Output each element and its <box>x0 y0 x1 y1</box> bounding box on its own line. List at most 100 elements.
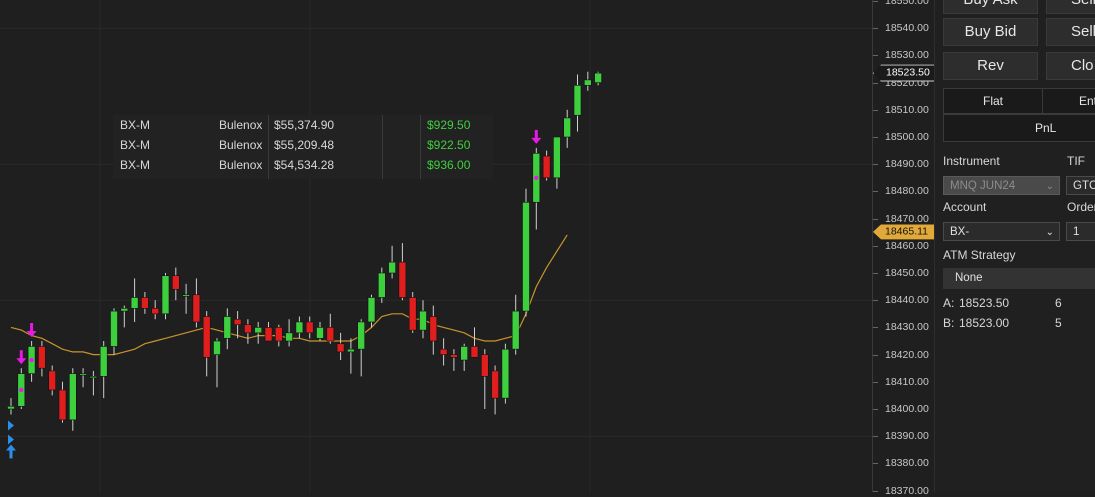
candle-body <box>563 117 572 138</box>
candle <box>233 311 242 339</box>
candle-body <box>573 85 582 116</box>
price-tick-label: 18550.00 <box>885 0 929 7</box>
moving-average-price-marker: 18465.11 <box>873 224 935 240</box>
candle-body <box>202 316 211 358</box>
candle-body <box>367 297 376 323</box>
bid-quote-row: B: 18523.00 5 <box>943 316 1062 330</box>
price-tick-mark <box>873 327 878 329</box>
candle-body <box>38 346 46 369</box>
candle <box>48 365 57 396</box>
candle-body <box>326 327 335 342</box>
candle-body <box>347 348 355 353</box>
price-tick-mark <box>873 82 878 84</box>
sell-signal-dot <box>29 357 34 363</box>
sell-arrow-head <box>531 137 542 144</box>
candle <box>522 188 530 317</box>
price-axis[interactable]: 18550.00 18540.00 18530.00 18520.00 18510.00… <box>872 0 937 497</box>
candle <box>161 273 170 320</box>
candlestick-chart[interactable] <box>0 0 872 492</box>
candle-body <box>398 261 407 298</box>
order-quantity-input[interactable]: 1 <box>1066 222 1095 241</box>
tif-select[interactable]: GTC <box>1066 176 1095 195</box>
account-row[interactable]: BX-M Bulenox $55,209.48 $922.50 <box>113 135 493 155</box>
price-tick-label: 18490.00 <box>885 158 929 171</box>
candle <box>172 267 180 301</box>
price-tick-mark <box>873 245 878 247</box>
candle-body <box>223 316 232 339</box>
candle-body <box>408 297 417 331</box>
candle-body <box>336 343 345 353</box>
candle <box>120 305 129 328</box>
candle <box>450 349 458 371</box>
tif-value: GTC <box>1073 180 1095 192</box>
candle-body <box>419 310 427 331</box>
candle <box>305 316 314 339</box>
signals-layer <box>6 129 542 459</box>
atm-strategy-select[interactable]: None <box>943 268 1095 289</box>
candle <box>542 150 551 181</box>
account-select[interactable]: BX- ⌄ <box>943 222 1060 241</box>
candle-body <box>264 327 273 342</box>
candle <box>316 321 324 341</box>
pnl-display[interactable]: PnL <box>943 114 1095 142</box>
price-tick-label: 18390.00 <box>885 430 929 443</box>
account-pnl: $936.00 <box>427 158 471 172</box>
account-firm: Bulenox <box>219 118 263 132</box>
account-name: BX-M <box>120 118 150 132</box>
candle <box>254 321 262 344</box>
candle-body <box>110 310 118 347</box>
account-balance: $54,534.28 <box>274 158 335 172</box>
price-tick-label: 18530.00 <box>885 49 929 62</box>
candle <box>38 341 46 377</box>
sell-arrow-shaft <box>30 323 34 332</box>
candle-body <box>439 348 448 355</box>
candle <box>192 278 201 328</box>
price-tick-mark <box>873 436 878 438</box>
sell-ask-button[interactable]: Sell <box>1046 0 1095 14</box>
candle-body <box>79 373 87 376</box>
sell-bid-button[interactable]: Sell <box>1046 18 1095 46</box>
candle-body <box>583 79 592 86</box>
price-tick-mark <box>873 273 878 274</box>
sell-signal-dot <box>534 175 539 180</box>
bid-price: 18523.00 <box>959 316 1010 330</box>
buy-arrow-shaft <box>9 449 13 459</box>
buy-ask-button[interactable]: Buy Ask <box>943 0 1038 14</box>
candle <box>377 267 386 303</box>
account-row[interactable]: BX-M Bulenox $54,534.28 $936.00 <box>113 155 493 175</box>
price-tick-label: 18480.00 <box>885 185 929 198</box>
close-button[interactable]: Clo <box>1046 52 1095 80</box>
candle <box>480 349 489 409</box>
candle-body <box>151 308 159 315</box>
price-tick-mark <box>873 28 878 30</box>
flat-button[interactable]: Flat <box>943 88 1043 114</box>
candle-body <box>429 316 438 342</box>
sell-arrow-head <box>16 358 27 365</box>
candle-body <box>316 327 324 339</box>
candle <box>89 370 98 396</box>
instrument-label: Instrument <box>943 154 1000 168</box>
price-tick-mark <box>873 164 878 166</box>
candle-body <box>254 327 262 334</box>
candle <box>573 74 582 132</box>
candle <box>69 368 77 431</box>
entry-button[interactable]: Ent <box>1042 88 1095 114</box>
account-performance-table: BX-M Bulenox $55,374.90 $929.50 BX-M Bul… <box>113 115 493 179</box>
price-tick-label: 18370.00 <box>885 484 929 497</box>
price-chart[interactable]: BX-M Bulenox $55,374.90 $929.50 BX-M Bul… <box>0 0 872 492</box>
account-row[interactable]: BX-M Bulenox $55,374.90 $929.50 <box>113 115 493 135</box>
candle <box>429 305 438 355</box>
candle-body <box>542 155 551 179</box>
account-value: BX- <box>950 226 970 238</box>
price-tick-mark <box>873 409 878 410</box>
price-tick-mark <box>873 191 878 193</box>
price-tick-label: 18410.00 <box>885 375 929 388</box>
price-tick-label: 18450.00 <box>885 267 929 279</box>
reverse-button[interactable]: Rev <box>943 52 1038 80</box>
candle <box>419 300 427 339</box>
atm-strategy-value: None <box>955 272 983 284</box>
atm-strategy-label: ATM Strategy <box>943 248 1016 262</box>
instrument-select[interactable]: MNQ JUN24 ⌄ <box>943 176 1060 195</box>
price-tick-mark <box>873 55 878 57</box>
buy-bid-button[interactable]: Buy Bid <box>943 18 1038 46</box>
